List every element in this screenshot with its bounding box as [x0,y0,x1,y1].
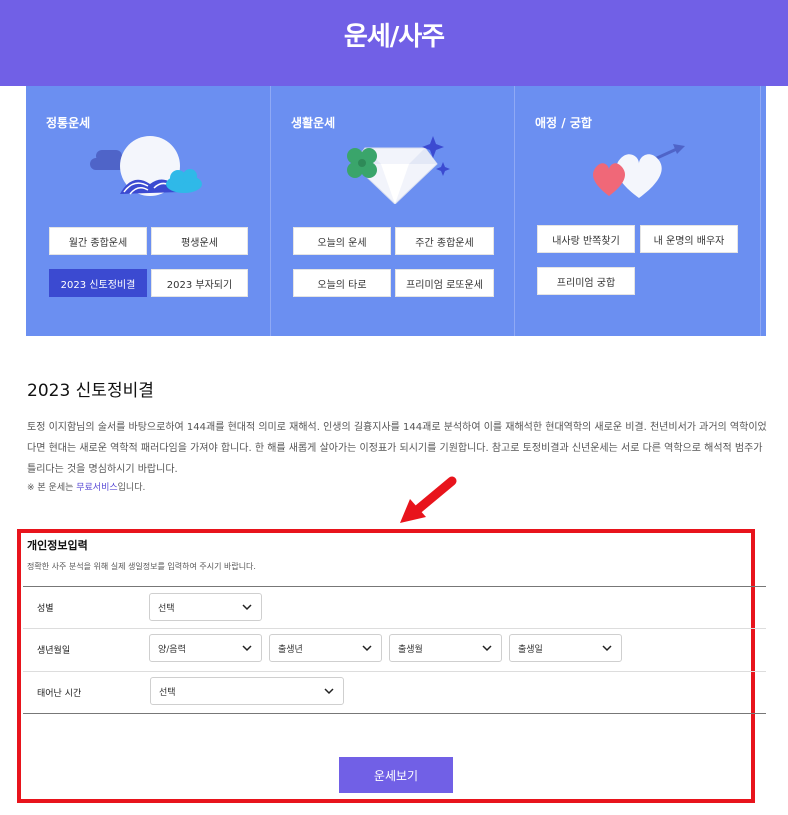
birth-day-value: 출생일 [518,644,543,655]
page-title: 운세/사주 [343,22,445,52]
view-fortune-button[interactable]: 운세보기 [339,757,453,793]
button-today-tarot[interactable]: 오늘의 타로 [293,269,391,297]
note-suffix: 입니다. [117,483,146,493]
chevron-down-icon [362,645,372,652]
column-divider [760,86,761,336]
section-title: 2023 신토정비결 [27,381,154,401]
form-divider [23,713,766,714]
button-find-soulmate[interactable]: 내사랑 반쪽찾기 [537,225,635,253]
button-today-fortune[interactable]: 오늘의 운세 [293,227,391,255]
birth-day-select[interactable]: 출생일 [509,634,622,662]
chevron-down-icon [482,645,492,652]
birth-time-label: 태어난 시간 [37,689,82,699]
free-service-note: ※ 본 운세는 무료서비스입니다. [27,480,145,493]
calendar-type-select[interactable]: 양/음력 [149,634,262,662]
category-title: 애정 / 궁합 [535,116,592,130]
diamond-clover-icon [347,136,450,204]
category-column-love: 애정 / 궁합 내사랑 반쪽찾기 내 운명의 배우자 프리미엄 궁합 [515,86,760,336]
gender-select-value: 선택 [158,603,175,614]
category-title: 생활운세 [291,116,336,130]
moon-cloud-icon [90,136,202,196]
row-divider [23,628,766,629]
gender-label: 성별 [37,604,54,614]
chevron-down-icon [602,645,612,652]
section-description: 토정 이지함님의 술서를 바탕으로하여 144괘를 현대적 의미로 재해석. 인… [27,422,767,475]
category-column-traditional: 정통운세 월간 종합운세 평생운세 2023 신토정비결 2023 부자되기 [26,86,270,336]
birth-time-value: 선택 [159,687,176,698]
form-subtitle: 정확한 사주 분석을 위해 실제 생일정보를 입력하여 주시기 바랍니다. [27,562,256,571]
gender-select[interactable]: 선택 [149,593,262,621]
annotation-arrow-icon [400,476,457,523]
form-title: 개인정보입력 [27,539,88,552]
birth-time-select[interactable]: 선택 [150,677,344,705]
button-monthly-fortune[interactable]: 월간 종합운세 [49,227,147,255]
birth-month-value: 출생월 [398,644,423,655]
button-destined-spouse[interactable]: 내 운명의 배우자 [640,225,738,253]
chevron-down-icon [242,604,252,611]
birthdate-label: 생년월일 [37,646,71,656]
button-lifetime-fortune[interactable]: 평생운세 [151,227,248,255]
birth-month-select[interactable]: 출생월 [389,634,502,662]
note-prefix: ※ 본 운세는 [27,483,77,493]
calendar-type-value: 양/음력 [158,644,186,655]
row-divider [23,671,766,672]
form-divider [23,586,766,587]
chevron-down-icon [242,645,252,652]
chevron-down-icon [324,688,334,695]
category-panel: 정통운세 월간 종합운세 평생운세 2023 신토정비결 2023 부자되기 생… [26,86,766,336]
category-column-daily: 생활운세 오늘의 운세 주간 종합운세 오늘의 타로 프리미엄 로또운세 [271,86,514,336]
button-rich-2023[interactable]: 2023 부자되기 [151,269,248,297]
page-header: 운세/사주 [0,0,788,86]
birth-year-value: 출생년 [278,644,303,655]
birth-year-select[interactable]: 출생년 [269,634,382,662]
button-premium-lotto[interactable]: 프리미엄 로또운세 [395,269,494,297]
button-premium-compatibility[interactable]: 프리미엄 궁합 [537,267,635,295]
category-title: 정통운세 [46,116,91,130]
hearts-arrow-icon [593,144,685,198]
note-highlight: 무료서비스 [76,483,118,493]
button-tojeong-2023[interactable]: 2023 신토정비결 [49,269,147,297]
button-weekly-fortune[interactable]: 주간 종합운세 [395,227,494,255]
